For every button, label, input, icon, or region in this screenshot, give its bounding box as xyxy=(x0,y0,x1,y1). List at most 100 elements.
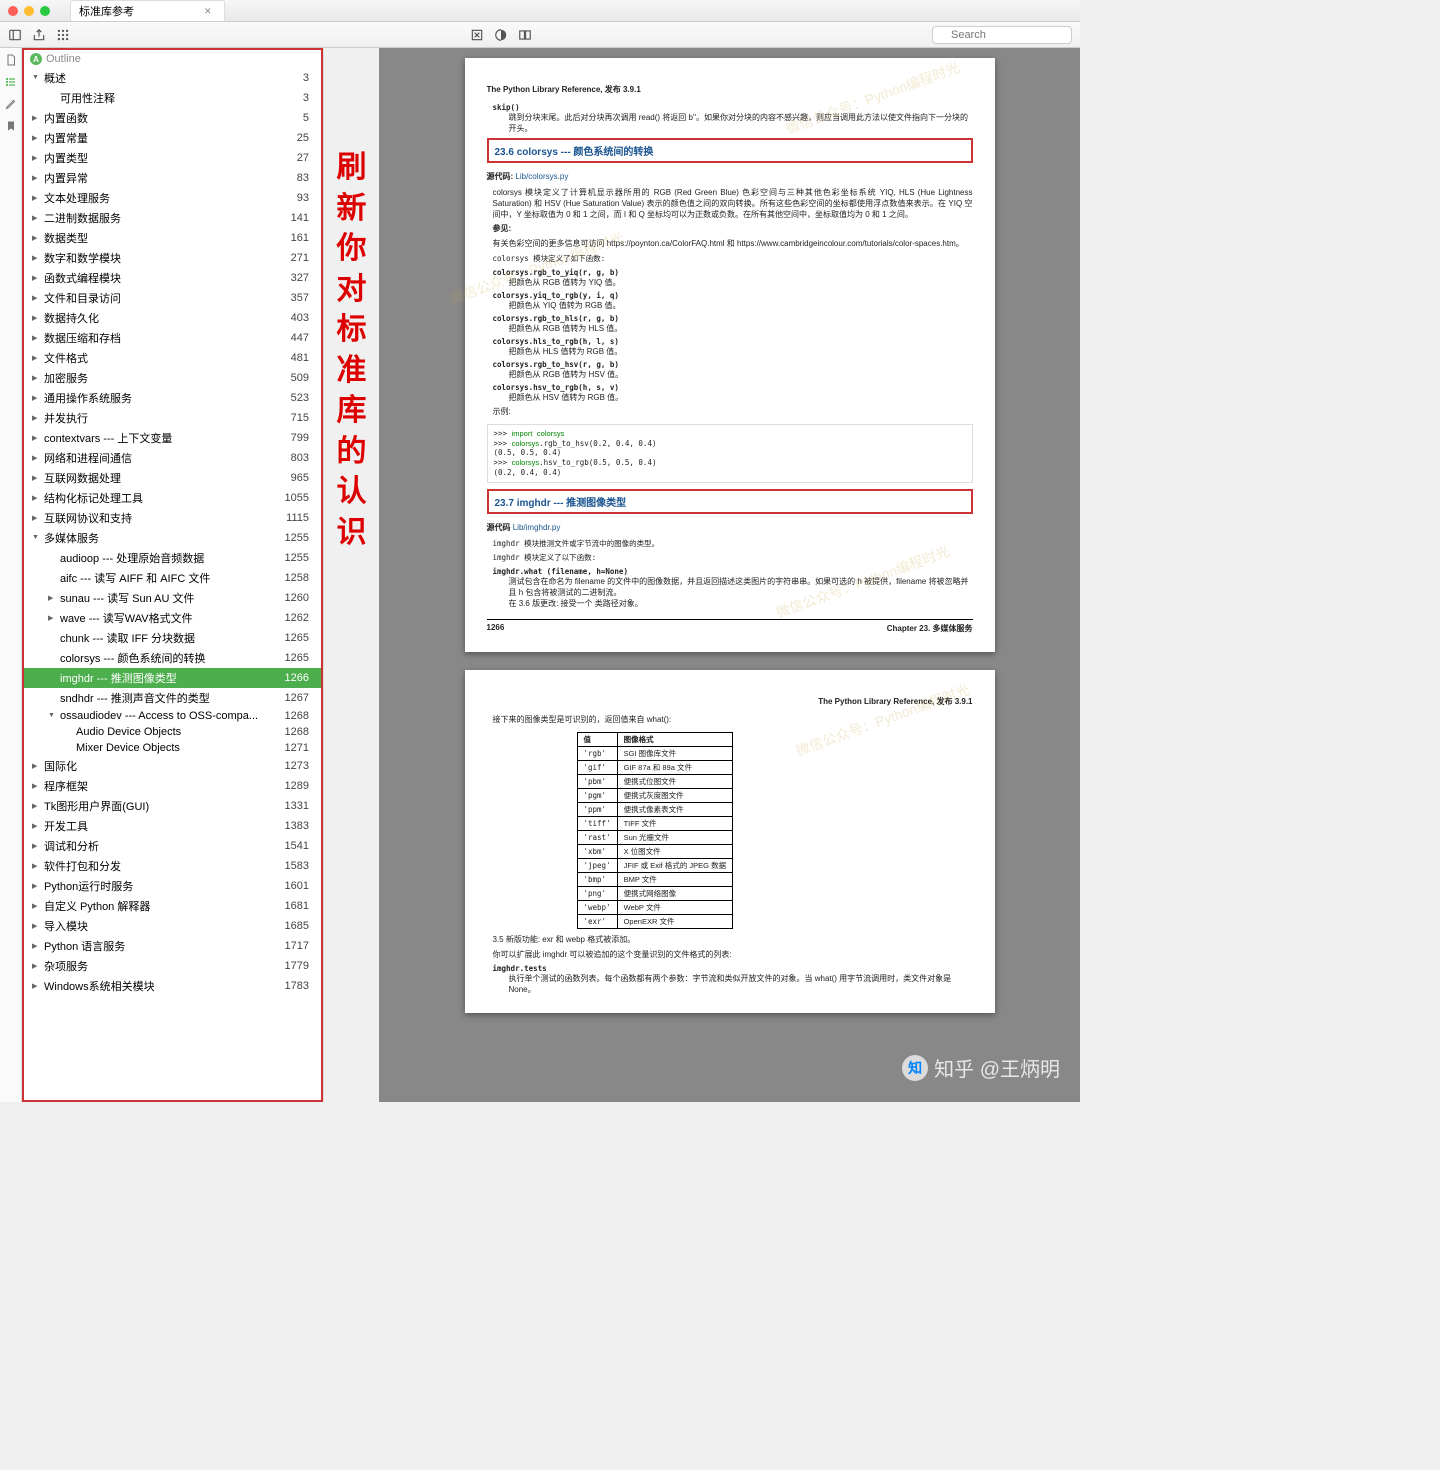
outline-item[interactable]: ▶文件格式481 xyxy=(24,348,321,368)
minimize-window-button[interactable] xyxy=(24,6,34,16)
chevron-right-icon[interactable]: ▶ xyxy=(32,882,40,890)
chevron-right-icon[interactable]: ▶ xyxy=(32,194,40,202)
outline-item[interactable]: ▶数据类型161 xyxy=(24,228,321,248)
search-input[interactable] xyxy=(932,26,1072,44)
outline-item[interactable]: ▶数据持久化403 xyxy=(24,308,321,328)
outline-item[interactable]: ▼概述3 xyxy=(24,68,321,88)
outline-item[interactable]: ▶通用操作系统服务523 xyxy=(24,388,321,408)
chevron-right-icon[interactable]: ▶ xyxy=(32,234,40,242)
outline-item[interactable]: ▼ossaudiodev --- Access to OSS-compa...1… xyxy=(24,708,321,724)
edit-icon[interactable] xyxy=(5,98,17,110)
chevron-right-icon[interactable]: ▶ xyxy=(48,614,56,622)
outline-item[interactable]: ▶网络和进程间通信803 xyxy=(24,448,321,468)
share-icon[interactable] xyxy=(32,28,46,42)
outline-item[interactable]: ▼多媒体服务1255 xyxy=(24,528,321,548)
two-page-icon[interactable] xyxy=(518,28,532,42)
outline-item[interactable]: imghdr --- 推测图像类型1266 xyxy=(24,668,321,688)
zoom-fit-icon[interactable] xyxy=(470,28,484,42)
grid-icon[interactable] xyxy=(56,28,70,42)
search-field[interactable] xyxy=(932,25,1072,44)
outline-item[interactable]: ▶杂项服务1779 xyxy=(24,956,321,976)
chevron-right-icon[interactable]: ▶ xyxy=(32,962,40,970)
chevron-right-icon[interactable]: ▶ xyxy=(32,474,40,482)
list-icon[interactable] xyxy=(5,76,17,88)
outline-item[interactable]: ▶Python 语言服务1717 xyxy=(24,936,321,956)
chevron-right-icon[interactable]: ▶ xyxy=(32,982,40,990)
chevron-right-icon[interactable]: ▶ xyxy=(32,134,40,142)
outline-item[interactable]: colorsys --- 颜色系统间的转换1265 xyxy=(24,648,321,668)
outline-item[interactable]: ▶结构化标记处理工具1055 xyxy=(24,488,321,508)
chevron-right-icon[interactable]: ▶ xyxy=(32,802,40,810)
outline-item[interactable]: Mixer Device Objects1271 xyxy=(24,740,321,756)
chevron-right-icon[interactable]: ▶ xyxy=(32,942,40,950)
chevron-right-icon[interactable]: ▶ xyxy=(48,594,56,602)
outline-item[interactable]: ▶数字和数学模块271 xyxy=(24,248,321,268)
outline-item[interactable]: ▶文件和目录访问357 xyxy=(24,288,321,308)
bookmark-icon[interactable] xyxy=(5,120,17,132)
chevron-down-icon[interactable]: ▼ xyxy=(32,74,40,82)
outline-item[interactable]: ▶加密服务509 xyxy=(24,368,321,388)
outline-item[interactable]: ▶二进制数据服务141 xyxy=(24,208,321,228)
source-link[interactable]: Lib/imghdr.py xyxy=(513,523,561,532)
chevron-right-icon[interactable]: ▶ xyxy=(32,414,40,422)
outline-item[interactable]: chunk --- 读取 IFF 分块数据1265 xyxy=(24,628,321,648)
outline-item[interactable]: ▶sunau --- 读写 Sun AU 文件1260 xyxy=(24,588,321,608)
outline-item[interactable]: 可用性注释3 xyxy=(24,88,321,108)
outline-item[interactable]: ▶内置函数5 xyxy=(24,108,321,128)
chevron-right-icon[interactable]: ▶ xyxy=(32,902,40,910)
outline-item[interactable]: ▶程序框架1289 xyxy=(24,776,321,796)
close-tab-icon[interactable]: ✕ xyxy=(204,6,212,17)
chevron-right-icon[interactable]: ▶ xyxy=(32,822,40,830)
chevron-right-icon[interactable]: ▶ xyxy=(32,254,40,262)
outline-item[interactable]: ▶Windows系统相关模块1783 xyxy=(24,976,321,996)
outline-item[interactable]: ▶Tk图形用户界面(GUI)1331 xyxy=(24,796,321,816)
close-window-button[interactable] xyxy=(8,6,18,16)
chevron-right-icon[interactable]: ▶ xyxy=(32,782,40,790)
outline-item[interactable]: ▶内置异常83 xyxy=(24,168,321,188)
chevron-right-icon[interactable]: ▶ xyxy=(32,922,40,930)
chevron-right-icon[interactable]: ▶ xyxy=(32,114,40,122)
chevron-right-icon[interactable]: ▶ xyxy=(32,394,40,402)
chevron-right-icon[interactable]: ▶ xyxy=(32,762,40,770)
outline-item[interactable]: ▶互联网数据处理965 xyxy=(24,468,321,488)
outline-item[interactable]: ▶互联网协议和支持1115 xyxy=(24,508,321,528)
outline-item[interactable]: ▶开发工具1383 xyxy=(24,816,321,836)
chevron-right-icon[interactable]: ▶ xyxy=(32,314,40,322)
outline-item[interactable]: sndhdr --- 推测声音文件的类型1267 xyxy=(24,688,321,708)
outline-item[interactable]: ▶调试和分析1541 xyxy=(24,836,321,856)
outline-item[interactable]: ▶软件打包和分发1583 xyxy=(24,856,321,876)
chevron-down-icon[interactable]: ▼ xyxy=(48,712,56,720)
outline-item[interactable]: aifc --- 读写 AIFF 和 AIFC 文件1258 xyxy=(24,568,321,588)
chevron-right-icon[interactable]: ▶ xyxy=(32,514,40,522)
browser-tab[interactable]: 标准库参考 ✕ xyxy=(70,0,225,21)
outline-item[interactable]: ▶文本处理服务93 xyxy=(24,188,321,208)
chevron-right-icon[interactable]: ▶ xyxy=(32,174,40,182)
outline-item[interactable]: ▶内置常量25 xyxy=(24,128,321,148)
outline-item[interactable]: ▶wave --- 读写WAV格式文件1262 xyxy=(24,608,321,628)
chevron-right-icon[interactable]: ▶ xyxy=(32,862,40,870)
outline-item[interactable]: ▶contextvars --- 上下文变量799 xyxy=(24,428,321,448)
outline-item[interactable]: ▶数据压缩和存档447 xyxy=(24,328,321,348)
outline-item[interactable]: Audio Device Objects1268 xyxy=(24,724,321,740)
outline-item[interactable]: ▶导入模块1685 xyxy=(24,916,321,936)
chevron-right-icon[interactable]: ▶ xyxy=(32,354,40,362)
chevron-right-icon[interactable]: ▶ xyxy=(32,374,40,382)
chevron-right-icon[interactable]: ▶ xyxy=(32,454,40,462)
chevron-down-icon[interactable]: ▼ xyxy=(32,534,40,542)
document-icon[interactable] xyxy=(5,54,17,66)
chevron-right-icon[interactable]: ▶ xyxy=(32,434,40,442)
outline-item[interactable]: audioop --- 处理原始音频数据1255 xyxy=(24,548,321,568)
outline-item[interactable]: ▶内置类型27 xyxy=(24,148,321,168)
pdf-viewer[interactable]: 微信公众号：Python编程时光 微信公众号：Python编程时光 微信公众号：… xyxy=(379,48,1080,1102)
outline-item[interactable]: ▶并发执行715 xyxy=(24,408,321,428)
outline-item[interactable]: ▶Python运行时服务1601 xyxy=(24,876,321,896)
outline-item[interactable]: ▶自定义 Python 解释器1681 xyxy=(24,896,321,916)
chevron-right-icon[interactable]: ▶ xyxy=(32,274,40,282)
theme-toggle-icon[interactable] xyxy=(494,28,508,42)
chevron-right-icon[interactable]: ▶ xyxy=(32,214,40,222)
chevron-right-icon[interactable]: ▶ xyxy=(32,494,40,502)
maximize-window-button[interactable] xyxy=(40,6,50,16)
sidebar-toggle-icon[interactable] xyxy=(8,28,22,42)
chevron-right-icon[interactable]: ▶ xyxy=(32,334,40,342)
outline-item[interactable]: ▶函数式编程模块327 xyxy=(24,268,321,288)
